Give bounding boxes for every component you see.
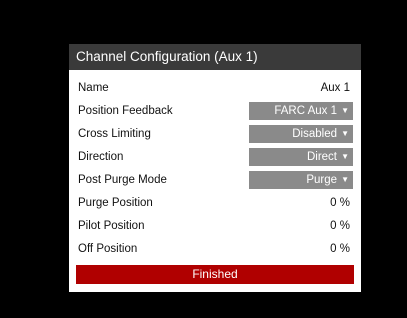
direction-value: Direct	[306, 151, 337, 163]
off-position-label: Off Position	[78, 243, 138, 255]
name-value[interactable]: Aux 1	[321, 77, 350, 99]
row-purge-position: Purge Position 0 %	[69, 192, 361, 214]
row-name: Name Aux 1	[69, 77, 361, 99]
pilot-position-value[interactable]: 0 %	[330, 215, 350, 237]
pilot-position-label: Pilot Position	[78, 220, 145, 232]
dialog-title: Channel Configuration (Aux 1)	[69, 44, 361, 70]
row-direction: Direction Direct ▼	[69, 146, 361, 168]
finished-button[interactable]: Finished	[76, 265, 354, 284]
row-post-purge-mode: Post Purge Mode Purge ▼	[69, 169, 361, 191]
row-position-feedback: Position Feedback FARC Aux 1 ▼	[69, 100, 361, 122]
row-off-position: Off Position 0 %	[69, 238, 361, 260]
cross-limiting-label: Cross Limiting	[78, 128, 151, 140]
post-purge-mode-dropdown[interactable]: Purge ▼	[249, 171, 353, 189]
triangle-down-icon: ▼	[341, 129, 349, 138]
triangle-down-icon: ▼	[341, 106, 349, 115]
direction-dropdown[interactable]: Direct ▼	[249, 148, 353, 166]
position-feedback-dropdown[interactable]: FARC Aux 1 ▼	[249, 102, 353, 120]
row-cross-limiting: Cross Limiting Disabled ▼	[69, 123, 361, 145]
row-pilot-position: Pilot Position 0 %	[69, 215, 361, 237]
cross-limiting-dropdown[interactable]: Disabled ▼	[249, 125, 353, 143]
purge-position-value[interactable]: 0 %	[330, 192, 350, 214]
name-label: Name	[78, 82, 109, 94]
triangle-down-icon: ▼	[341, 152, 349, 161]
post-purge-mode-value: Purge	[306, 174, 337, 186]
settings-list: Name Aux 1 Position Feedback FARC Aux 1 …	[69, 77, 361, 261]
purge-position-label: Purge Position	[78, 197, 153, 209]
position-feedback-value: FARC Aux 1	[274, 105, 337, 117]
post-purge-mode-label: Post Purge Mode	[78, 174, 167, 186]
cross-limiting-value: Disabled	[292, 128, 337, 140]
position-feedback-label: Position Feedback	[78, 105, 173, 117]
direction-label: Direction	[78, 151, 124, 163]
off-position-value[interactable]: 0 %	[330, 238, 350, 260]
channel-configuration-dialog: Channel Configuration (Aux 1) Name Aux 1…	[69, 44, 361, 292]
triangle-down-icon: ▼	[341, 175, 349, 184]
